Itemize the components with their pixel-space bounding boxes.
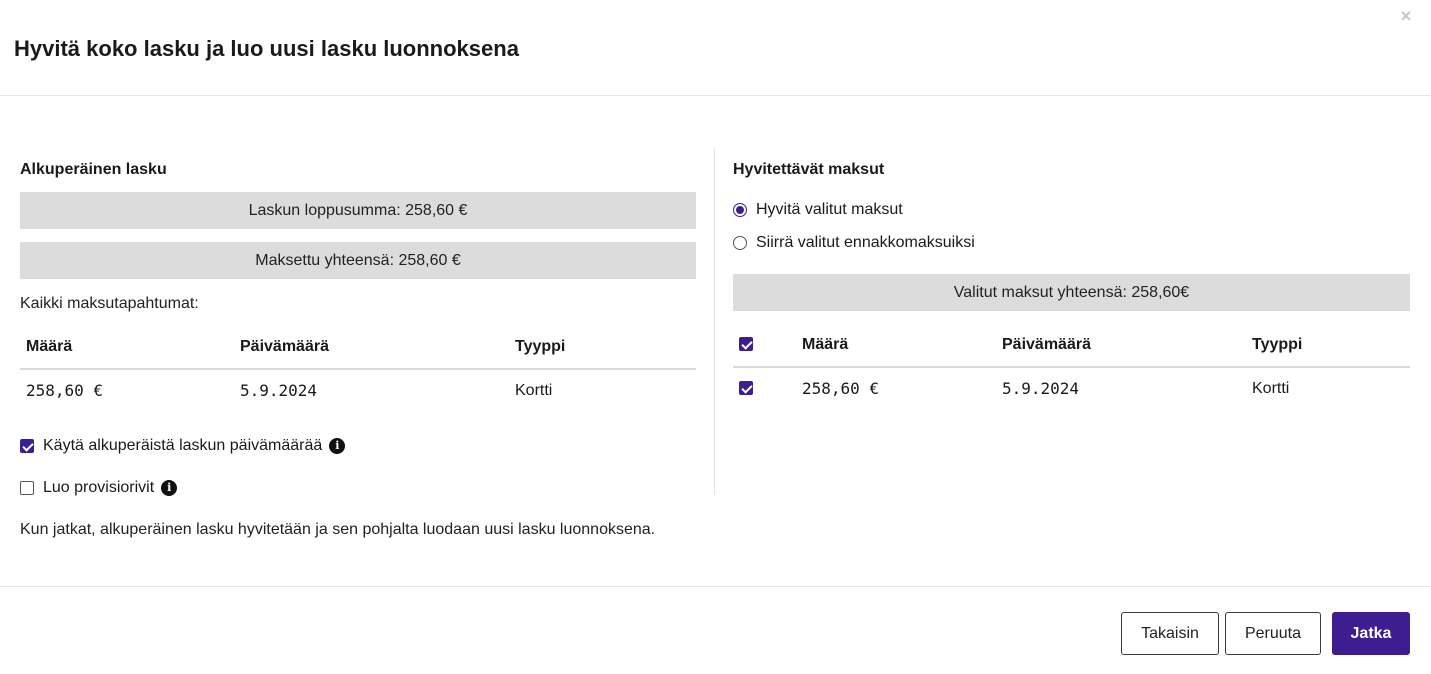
table-row: 258,60 € 5.9.2024 Kortti: [733, 367, 1410, 409]
table-header-row: Määrä Päivämäärä Tyyppi: [20, 325, 696, 370]
create-provision-label: Luo provisiorivit: [43, 479, 155, 496]
payment-type: Kortti: [515, 381, 553, 399]
refund-selected-option[interactable]: Hyvitä valitut maksut: [733, 198, 1410, 221]
paid-total-bar: Maksettu yhteensä: 258,60 €: [20, 242, 696, 279]
refund-payments-title: Hyvitettävät maksut: [733, 161, 885, 178]
back-button[interactable]: Takaisin: [1121, 612, 1219, 655]
column-header-type: Tyyppi: [515, 325, 696, 370]
move-to-prepayment-radio[interactable]: [733, 235, 747, 250]
invoice-total-bar: Laskun loppusumma: 258,60 €: [20, 192, 696, 229]
payment-type: Kortti: [1252, 379, 1290, 397]
table-header-row: Määrä Päivämäärä Tyyppi: [733, 323, 1410, 368]
continue-button[interactable]: Jatka: [1332, 612, 1410, 655]
use-original-date-label: Käytä alkuperäistä laskun päivämäärää: [43, 437, 323, 454]
original-payments-table: Määrä Päivämäärä Tyyppi 258,60 € 5.9.202…: [20, 325, 696, 411]
close-icon[interactable]: ×: [1397, 7, 1415, 25]
payment-amount: 258,60 €: [802, 379, 880, 398]
column-header-amount: Määrä: [802, 323, 1002, 368]
row-select-checkbox[interactable]: [739, 381, 753, 396]
create-provision-option[interactable]: Luo provisiorivit i: [20, 479, 696, 497]
row-select-cell: [733, 367, 802, 409]
move-to-prepayment-label: Siirrä valitut ennakkomaksuiksi: [756, 233, 975, 251]
payment-amount: 258,60 €: [26, 381, 104, 400]
column-header-date: Päivämäärä: [240, 325, 515, 370]
info-icon[interactable]: i: [161, 480, 178, 496]
payment-date: 5.9.2024: [240, 381, 318, 400]
dialog-title: Hyvitä koko lasku ja luo uusi lasku luon…: [14, 36, 519, 61]
dialog-footer: Takaisin Peruuta Jatka: [0, 586, 1431, 674]
column-header-type: Tyyppi: [1252, 323, 1410, 368]
paid-total-label: Maksettu yhteensä: 258,60 €: [255, 251, 461, 269]
refund-payments-table: Määrä Päivämäärä Tyyppi 258,60 € 5.9.202…: [733, 323, 1410, 409]
move-to-prepayment-option[interactable]: Siirrä valitut ennakkomaksuiksi: [733, 231, 1410, 254]
selected-total-label: Valitut maksut yhteensä: 258,60€: [953, 283, 1190, 301]
table-row: 258,60 € 5.9.2024 Kortti: [20, 369, 696, 411]
info-icon[interactable]: i: [329, 438, 346, 454]
refund-selected-radio[interactable]: [733, 202, 747, 217]
all-transactions-label: Kaikki maksutapahtumat:: [20, 295, 199, 312]
select-all-cell: [733, 323, 802, 368]
continue-note: Kun jatkat, alkuperäinen lasku hyvitetää…: [20, 521, 656, 538]
column-header-date: Päivämäärä: [1002, 323, 1252, 368]
column-divider: [714, 148, 715, 494]
invoice-total-label: Laskun loppusumma: 258,60 €: [248, 201, 468, 219]
original-invoice-section: Alkuperäinen lasku Laskun loppusumma: 25…: [20, 148, 696, 539]
original-invoice-title: Alkuperäinen lasku: [20, 161, 167, 178]
selected-total-bar: Valitut maksut yhteensä: 258,60€: [733, 274, 1410, 311]
create-provision-checkbox[interactable]: [20, 481, 34, 495]
refund-selected-label: Hyvitä valitut maksut: [756, 200, 903, 218]
cancel-button[interactable]: Peruuta: [1225, 612, 1321, 655]
column-header-amount: Määrä: [20, 325, 240, 370]
refund-payments-section: Hyvitettävät maksut Hyvitä valitut maksu…: [733, 148, 1410, 409]
use-original-date-option[interactable]: Käytä alkuperäistä laskun päivämäärää i: [20, 437, 696, 455]
select-all-checkbox[interactable]: [739, 337, 753, 352]
payment-date: 5.9.2024: [1002, 379, 1080, 398]
dialog-header: Hyvitä koko lasku ja luo uusi lasku luon…: [0, 0, 1431, 96]
use-original-date-checkbox[interactable]: [20, 439, 34, 453]
